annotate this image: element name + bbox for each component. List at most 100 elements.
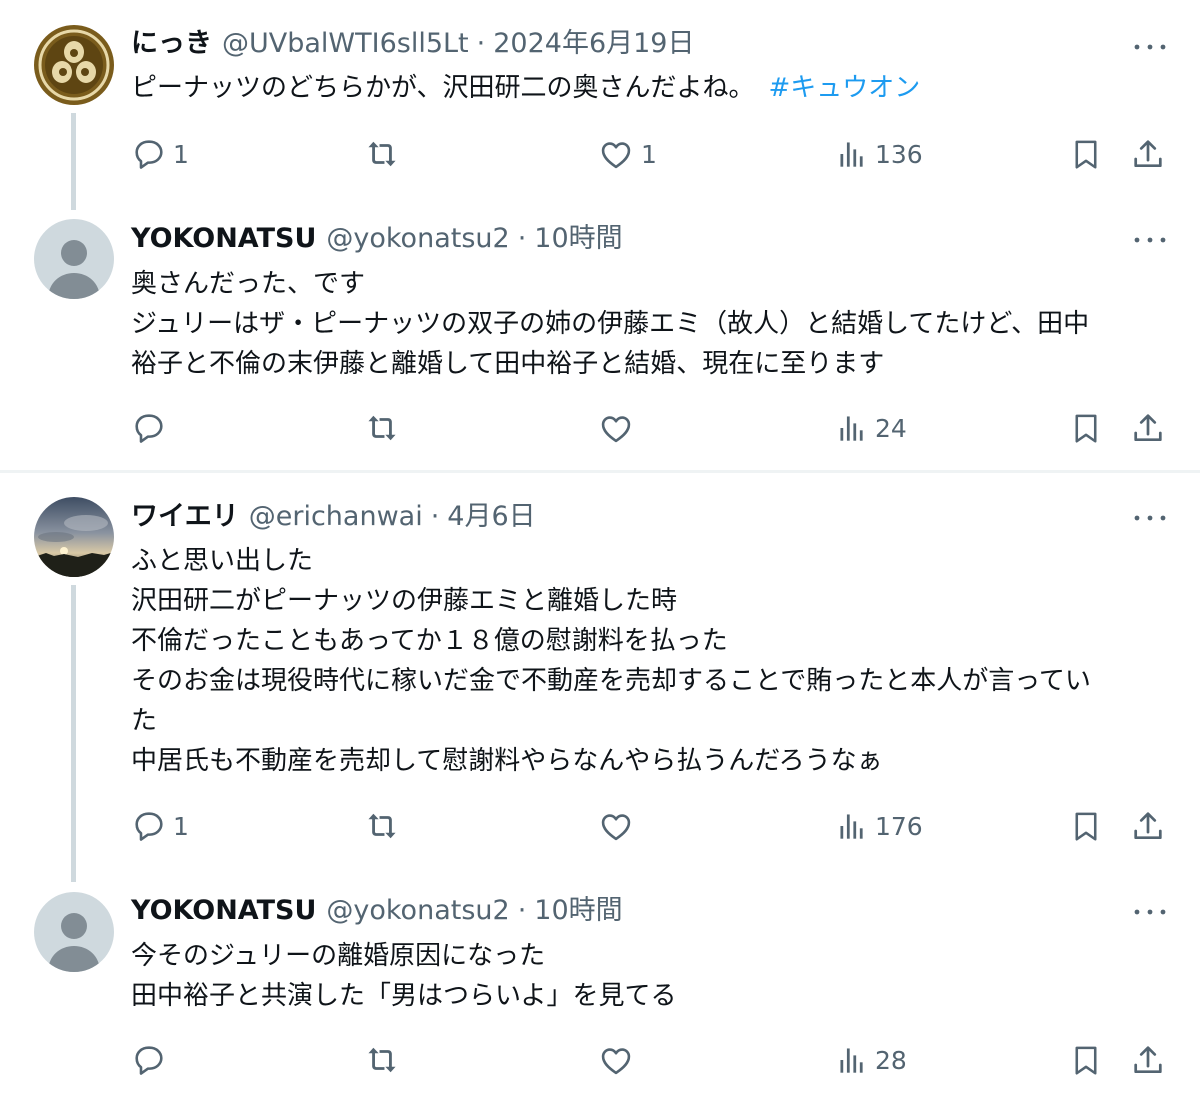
heart-icon xyxy=(601,416,631,443)
views-button[interactable]: 24 xyxy=(837,404,907,452)
avatar[interactable] xyxy=(34,25,114,105)
views-button[interactable]: 28 xyxy=(837,1036,907,1084)
heart-icon xyxy=(601,1048,631,1075)
views-count: 24 xyxy=(875,413,907,443)
display-name[interactable]: YOKONATSU xyxy=(131,219,316,259)
family-crest-avatar-icon xyxy=(34,25,114,105)
views-button[interactable]: 176 xyxy=(837,802,923,850)
reply-icon xyxy=(135,140,163,169)
tweet-text-line: 田中裕子と共演した「男はつらいよ」を見てる xyxy=(131,981,677,1011)
action-bar: 1 1 136 xyxy=(0,130,1200,178)
avatar[interactable] xyxy=(34,497,114,577)
retweet-icon xyxy=(368,415,396,441)
tweet-text: 今そのジュリーの離婚原因になった 田中裕子と共演した「男はつらいよ」を見てる xyxy=(131,936,1171,1016)
share-icon xyxy=(1134,414,1162,442)
timestamp[interactable]: 4月6日 xyxy=(447,497,535,537)
tweet-text: ピーナッツのどちらかが、沢田研二の奥さんだよね。 #キュウオン xyxy=(131,68,1171,108)
tweet-text-line: そのお金は現役時代に稼いだ金で不動産を売却することで賄ったと本人が言ってい xyxy=(131,666,1091,696)
reply-count: 1 xyxy=(173,139,189,169)
bookmark-icon xyxy=(1075,140,1097,169)
timestamp[interactable]: 2024年6月19日 xyxy=(493,24,694,64)
user-handle[interactable]: @yokonatsu2 xyxy=(326,891,509,931)
separator: · xyxy=(430,501,440,532)
reply-button[interactable]: 1 xyxy=(133,130,189,178)
share-button[interactable] xyxy=(1132,130,1164,178)
timestamp[interactable]: 10時間 xyxy=(534,891,622,931)
like-button[interactable] xyxy=(599,404,641,452)
views-count: 176 xyxy=(875,811,923,841)
retweet-button[interactable] xyxy=(364,404,408,452)
tweet-header: YOKONATSU @yokonatsu2 · 10時間 xyxy=(131,891,623,931)
reply-icon xyxy=(135,812,163,841)
display-name[interactable]: にっき xyxy=(131,24,212,64)
reply-icon xyxy=(135,414,163,443)
share-button[interactable] xyxy=(1132,404,1164,452)
share-button[interactable] xyxy=(1132,802,1164,850)
action-bar: 24 xyxy=(0,404,1200,452)
views-button[interactable]: 136 xyxy=(837,130,923,178)
conversation-divider xyxy=(0,470,1200,473)
share-icon xyxy=(1134,1046,1162,1074)
bookmark-button[interactable] xyxy=(1071,1036,1101,1084)
bookmark-icon xyxy=(1075,812,1097,841)
tweet-text: ふと思い出した 沢田研二がピーナッツの伊藤エミと離婚した時 不倫だったこともあっ… xyxy=(131,541,1171,781)
reply-button[interactable]: 1 xyxy=(133,802,189,850)
user-handle[interactable]: @yokonatsu2 xyxy=(326,219,509,259)
more-icon[interactable] xyxy=(1132,897,1168,927)
share-icon xyxy=(1134,812,1162,840)
retweet-button[interactable] xyxy=(364,1036,408,1084)
views-count: 136 xyxy=(875,139,923,169)
share-button[interactable] xyxy=(1132,1036,1164,1084)
default-avatar-icon xyxy=(34,892,114,972)
bookmark-button[interactable] xyxy=(1071,130,1101,178)
bookmark-icon xyxy=(1075,414,1097,443)
bookmark-button[interactable] xyxy=(1071,802,1101,850)
retweet-button[interactable] xyxy=(364,802,408,850)
views-icon xyxy=(840,142,863,167)
reply-icon xyxy=(135,1046,163,1075)
share-icon xyxy=(1134,140,1162,168)
tweet-text-line: ジュリーはザ・ピーナッツの双子の姉の伊藤エミ（故人）と結婚してたけど、田中 xyxy=(131,309,1090,339)
reply-button[interactable] xyxy=(133,1036,173,1084)
more-icon[interactable] xyxy=(1132,225,1168,255)
user-handle[interactable]: @UVbalWTI6sll5Lt xyxy=(222,24,469,64)
retweet-button[interactable] xyxy=(364,130,408,178)
avatar[interactable] xyxy=(34,219,114,299)
reply-button[interactable] xyxy=(133,404,173,452)
retweet-icon xyxy=(368,1047,396,1073)
views-count: 28 xyxy=(875,1045,907,1075)
bookmark-icon xyxy=(1075,1046,1097,1075)
tweet-text: 奥さんだった、です ジュリーはザ・ピーナッツの双子の姉の伊藤エミ（故人）と結婚し… xyxy=(131,264,1171,384)
tweet-text-line: ピーナッツのどちらかが、沢田研二の奥さんだよね。 xyxy=(131,73,755,103)
tweet-header: YOKONATSU @yokonatsu2 · 10時間 xyxy=(131,219,623,259)
views-icon xyxy=(840,1048,863,1073)
views-icon xyxy=(840,814,863,839)
like-button[interactable] xyxy=(599,802,641,850)
retweet-icon xyxy=(368,141,396,167)
tweet-text-line: 奥さんだった、です xyxy=(131,269,366,299)
tweet-text-line: 不倫だったこともあってか１８億の慰謝料を払った xyxy=(131,626,728,656)
avatar[interactable] xyxy=(34,892,114,972)
like-button[interactable]: 1 xyxy=(599,130,657,178)
tweet-text-line: ふと思い出した xyxy=(131,546,314,576)
display-name[interactable]: ワイエリ xyxy=(131,497,239,537)
display-name[interactable]: YOKONATSU xyxy=(131,891,316,931)
sunset-photo-avatar-icon xyxy=(34,497,114,577)
tweet-header: ワイエリ @erichanwai · 4月6日 xyxy=(131,497,536,537)
bookmark-button[interactable] xyxy=(1071,404,1101,452)
tweet-text-line: た xyxy=(131,706,158,736)
tweet-text-line: 今そのジュリーの離婚原因になった xyxy=(131,941,546,971)
timestamp[interactable]: 10時間 xyxy=(534,219,622,259)
user-handle[interactable]: @erichanwai xyxy=(249,497,423,537)
hashtag-link[interactable]: #キュウオン xyxy=(768,73,920,103)
action-bar: 1 176 xyxy=(0,802,1200,850)
reply-count: 1 xyxy=(173,811,189,841)
like-count: 1 xyxy=(641,139,657,169)
views-icon xyxy=(840,416,863,441)
retweet-icon xyxy=(368,813,396,839)
heart-icon xyxy=(601,142,631,169)
like-button[interactable] xyxy=(599,1036,641,1084)
separator: · xyxy=(517,223,527,254)
more-icon[interactable] xyxy=(1132,32,1168,62)
more-icon[interactable] xyxy=(1132,503,1168,533)
